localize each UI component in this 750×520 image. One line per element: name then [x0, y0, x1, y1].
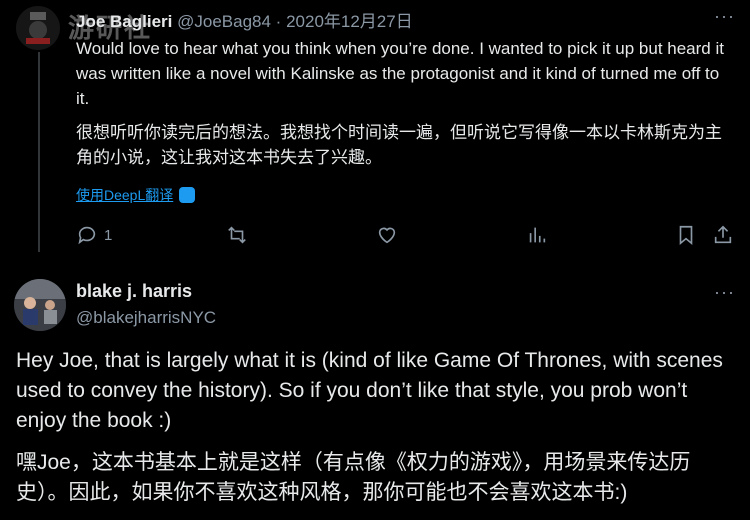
share-icon	[714, 225, 732, 244]
author-name[interactable]: Joe Baglieri	[76, 12, 172, 31]
deepl-icon	[179, 187, 196, 203]
thread-line	[38, 52, 40, 252]
retweet-button[interactable]	[226, 224, 248, 246]
like-button[interactable]	[376, 224, 398, 246]
views-button[interactable]	[526, 224, 548, 246]
avatar-image	[16, 6, 60, 50]
separator: ·	[275, 12, 282, 31]
author-handle[interactable]: @blakejharrisNYC	[76, 308, 216, 328]
main-text-en: Hey Joe, that is largely what it is (kin…	[16, 349, 723, 432]
more-options-button[interactable]: ···	[714, 6, 735, 27]
author-handle[interactable]: @JoeBag84	[177, 12, 271, 31]
avatar[interactable]	[16, 6, 60, 50]
reply-button[interactable]: 1	[76, 224, 112, 246]
bookmark-icon	[679, 225, 693, 246]
avatar[interactable]	[14, 279, 66, 331]
reply-count: 1	[104, 226, 113, 244]
retweet-icon	[228, 226, 246, 244]
bookmark-button[interactable]	[675, 224, 697, 246]
author-name[interactable]: blake j. harris	[76, 281, 192, 301]
share-button[interactable]	[712, 224, 734, 246]
reply-body: Would love to hear what you think when y…	[76, 36, 736, 179]
main-tweet-body: Hey Joe, that is largely what it is (kin…	[16, 346, 736, 520]
like-icon	[378, 227, 396, 244]
translate-label[interactable]: 使用DeepL翻译	[76, 185, 173, 205]
main-text-zh: 嘿Joe，这本书基本上就是这样（有点像《权力的游戏》，用场景来传达历史）。因此，…	[16, 451, 691, 504]
reply-text-zh: 很想听听你读完后的想法。我想找个时间读一遍，但听说它写得像一本以卡林斯克为主角的…	[76, 123, 722, 167]
reply-icon	[78, 226, 96, 245]
translate-link[interactable]: 使用DeepL翻译	[76, 185, 196, 205]
avatar-image	[14, 279, 66, 331]
action-bar: 1	[76, 224, 740, 250]
views-icon	[529, 227, 546, 243]
more-options-button[interactable]: ···	[714, 282, 735, 303]
reply-header: Joe Baglieri @JoeBag84 · 2020年12月27日	[76, 7, 413, 32]
timestamp[interactable]: 2020年12月27日	[286, 12, 413, 31]
main-tweet-header: blake j. harris @blakejharrisNYC	[76, 281, 216, 328]
reply-text-en: Would love to hear what you think when y…	[76, 39, 724, 108]
